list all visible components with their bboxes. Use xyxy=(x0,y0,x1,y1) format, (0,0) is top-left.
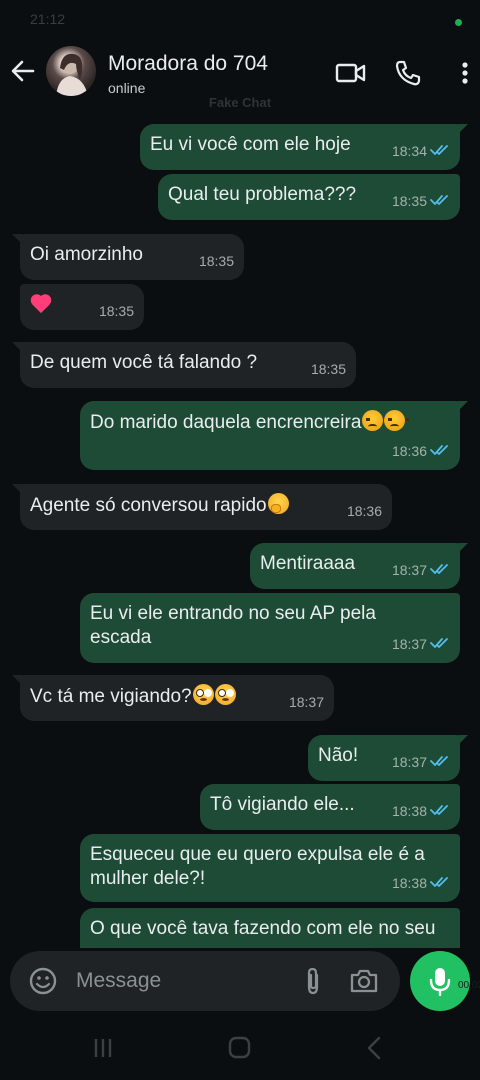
video-call-icon[interactable] xyxy=(334,58,366,88)
message-text: Não! xyxy=(318,745,359,766)
message-time: 18:37 xyxy=(391,562,427,578)
system-nav-bar xyxy=(0,1014,480,1080)
contact-avatar[interactable] xyxy=(46,46,96,96)
message-time: 18:37 xyxy=(288,694,324,710)
read-ticks-icon xyxy=(430,632,450,656)
message-meta: 18:38 xyxy=(392,799,450,823)
message-time: 18:35 xyxy=(310,361,346,377)
message-time: 18:34 xyxy=(391,143,427,159)
contact-status: online xyxy=(108,80,146,96)
outgoing-message[interactable]: Mentiraaaa 18:37 xyxy=(250,543,468,589)
recents-icon[interactable] xyxy=(90,1034,120,1062)
message-text: Eu vi você com ele hoje xyxy=(150,134,351,155)
watermark-text: Fake Chat xyxy=(208,95,272,110)
read-ticks-icon xyxy=(430,139,450,163)
outgoing-message[interactable]: Qual teu problema??? 18:35 xyxy=(158,174,460,220)
camera-icon[interactable] xyxy=(348,966,380,996)
message-list[interactable]: Eu vi você com ele hoje 18:34 Qual teu pro… xyxy=(0,112,480,948)
read-ticks-icon xyxy=(430,558,450,582)
status-bar: 21:12 xyxy=(0,0,480,38)
flushed-emoji-icon xyxy=(214,684,236,705)
message-time: 18:35 xyxy=(198,253,234,269)
message-meta: 18:35 xyxy=(199,249,234,273)
message-text: Do marido daquela encrencreira xyxy=(90,412,362,433)
read-ticks-icon xyxy=(430,871,450,895)
heart-emoji-icon xyxy=(30,293,52,315)
message-meta: 18:35 xyxy=(311,357,346,381)
message-meta: 18:37 xyxy=(392,558,450,582)
read-ticks-icon xyxy=(430,750,450,774)
nav-back-icon[interactable] xyxy=(360,1034,390,1062)
angry-emoji-icon xyxy=(384,410,410,431)
read-ticks-icon xyxy=(430,439,450,463)
back-arrow-icon[interactable] xyxy=(8,56,38,86)
status-time: 21:12 xyxy=(30,11,66,27)
phone-icon[interactable] xyxy=(392,58,424,88)
message-meta: 18:37 xyxy=(392,632,450,656)
recording-timer: 00:02 xyxy=(458,980,480,991)
message-text: O que você tava fazendo com ele no seu xyxy=(90,918,436,939)
message-input[interactable] xyxy=(76,966,286,996)
outgoing-message[interactable]: Esqueceu que eu quero expulsa ele é a mu… xyxy=(80,834,460,902)
read-ticks-icon xyxy=(430,189,450,213)
message-text: Mentiraaaa xyxy=(260,553,356,574)
message-time: 18:37 xyxy=(391,636,427,652)
incoming-message[interactable]: Oi amorzinho 18:35 xyxy=(12,234,244,280)
message-text: De quem você tá falando ? xyxy=(30,352,258,373)
emoji-icon[interactable] xyxy=(28,966,58,996)
incoming-message[interactable]: 18:35 xyxy=(20,284,144,330)
incoming-message[interactable]: Vc tá me vigiando? 18:37 xyxy=(12,675,334,721)
message-time: 18:36 xyxy=(346,503,382,519)
message-meta: 18:38 xyxy=(392,871,450,895)
incoming-message[interactable]: De quem você tá falando ? 18:35 xyxy=(12,342,356,388)
message-text: Tô vigiando ele... xyxy=(210,794,355,815)
angry-emoji-icon xyxy=(362,410,388,431)
message-time: 18:37 xyxy=(391,754,427,770)
camera-indicator-dot xyxy=(455,19,462,26)
message-meta: 18:37 xyxy=(392,750,450,774)
message-meta: 18:36 xyxy=(347,499,382,523)
outgoing-message[interactable]: Eu vi você com ele hoje 18:34 xyxy=(140,124,468,170)
flushed-emoji-icon xyxy=(192,684,214,705)
message-text: Esqueceu que eu quero expulsa ele é a mu… xyxy=(90,844,425,889)
message-time: 18:38 xyxy=(391,875,427,891)
home-icon[interactable] xyxy=(224,1034,254,1062)
message-time: 18:36 xyxy=(391,443,427,459)
message-meta: 18:37 xyxy=(289,690,324,714)
outgoing-message[interactable]: Não! 18:37 xyxy=(308,735,468,781)
message-text: Vc tá me vigiando? xyxy=(30,686,192,707)
message-time: 18:35 xyxy=(391,193,427,209)
message-time: 18:35 xyxy=(98,303,134,319)
more-vert-icon[interactable] xyxy=(452,58,478,88)
message-text: Agente só conversou rapido xyxy=(30,495,267,516)
outgoing-message[interactable]: Eu vi ele entrando no seu AP pela escada… xyxy=(80,593,460,663)
attach-icon[interactable] xyxy=(300,966,326,996)
message-meta: 18:36 xyxy=(392,439,450,463)
incoming-message[interactable]: Agente só conversou rapido 18:36 xyxy=(12,484,392,530)
outgoing-message[interactable]: O que você tava fazendo com ele no seu xyxy=(80,908,460,948)
message-text: Oi amorzinho xyxy=(30,244,143,265)
contact-name[interactable]: Moradora do 704 xyxy=(108,52,268,76)
message-text: Eu vi ele entrando no seu AP pela escada xyxy=(90,603,376,648)
message-composer xyxy=(10,951,400,1011)
outgoing-message[interactable]: Do marido daquela encrencreira 18:36 xyxy=(80,401,468,470)
outgoing-message[interactable]: Tô vigiando ele... 18:38 xyxy=(200,784,460,830)
message-meta: 18:34 xyxy=(392,139,450,163)
message-text: Qual teu problema??? xyxy=(168,184,357,205)
message-meta: 18:35 xyxy=(99,299,134,323)
message-time: 18:38 xyxy=(391,803,427,819)
read-ticks-icon xyxy=(430,799,450,823)
shy-emoji-icon xyxy=(267,493,289,514)
message-meta: 18:35 xyxy=(392,189,450,213)
